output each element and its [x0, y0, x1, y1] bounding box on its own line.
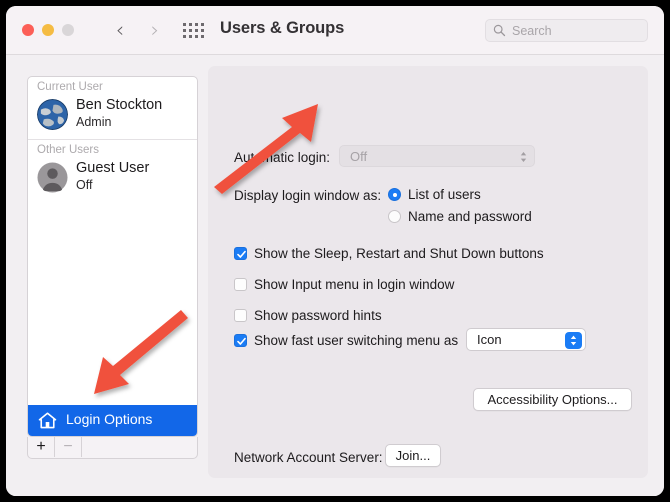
- sidebar-login-options-label: Login Options: [66, 411, 153, 427]
- automatic-login-label: Automatic login:: [234, 150, 331, 165]
- checkbox-indicator: [234, 334, 247, 347]
- user-name: Guest User: [76, 160, 150, 176]
- checkmark-icon: [237, 337, 246, 345]
- checkbox-indicator: [234, 278, 247, 291]
- page-title: Users & Groups: [220, 19, 345, 37]
- group-header-current-user: Current User: [37, 81, 103, 93]
- users-sidebar: Current User Ben Stockton Admin Other Us…: [27, 76, 198, 437]
- window-toolbar: ‹ › Users & Groups Search: [6, 6, 664, 55]
- grid-view-icon[interactable]: [183, 23, 204, 38]
- back-chevron-icon[interactable]: ‹: [108, 18, 132, 42]
- accessibility-options-button[interactable]: Accessibility Options...: [473, 388, 632, 411]
- person-silhouette-avatar: [37, 162, 68, 193]
- user-status: Off: [76, 178, 93, 192]
- radio-indicator: [388, 210, 401, 223]
- display-login-window-label: Display login window as:: [234, 188, 382, 203]
- checkmark-icon: [237, 250, 246, 258]
- radio-indicator: [388, 188, 401, 201]
- login-options-panel: Automatic login: Off Display login windo…: [208, 66, 648, 478]
- radio-label: Name and password: [408, 209, 532, 224]
- fast-user-switching-popup[interactable]: Icon: [466, 328, 586, 351]
- close-window-button[interactable]: [22, 24, 34, 36]
- checkbox-label: Show fast user switching menu as: [254, 333, 459, 348]
- group-header-other-users: Other Users: [37, 144, 99, 156]
- list-item-guest-user[interactable]: Guest User Off: [28, 158, 197, 199]
- checkbox-label: Show the Sleep, Restart and Shut Down bu…: [254, 246, 544, 261]
- checkbox-label: Show Input menu in login window: [254, 277, 455, 292]
- automatic-login-value: Off: [350, 149, 368, 164]
- automatic-login-popup[interactable]: Off: [339, 145, 535, 167]
- user-name: Ben Stockton: [76, 97, 163, 113]
- fast-user-switching-value: Icon: [477, 332, 502, 347]
- join-button[interactable]: Join...: [385, 444, 441, 467]
- add-user-button[interactable]: +: [28, 437, 55, 457]
- list-item-current-user[interactable]: Ben Stockton Admin: [28, 95, 197, 136]
- radio-label: List of users: [408, 187, 481, 202]
- checkbox-indicator: [234, 309, 247, 322]
- system-preferences-window: ‹ › Users & Groups Search Current User B…: [6, 6, 664, 496]
- checkbox-label: Show password hints: [254, 308, 382, 323]
- network-account-server-label: Network Account Server:: [234, 450, 383, 465]
- home-icon: [38, 412, 57, 429]
- search-input[interactable]: Search: [485, 19, 648, 42]
- sidebar-login-options[interactable]: Login Options: [28, 405, 197, 436]
- zoom-window-button[interactable]: [62, 24, 74, 36]
- remove-user-button: −: [55, 437, 82, 457]
- forward-chevron-icon[interactable]: ›: [143, 18, 167, 42]
- search-placeholder: Search: [512, 24, 552, 38]
- earth-globe-avatar: [37, 99, 68, 130]
- bottom-bar: Click the lock to prevent further change…: [6, 495, 664, 496]
- minimize-window-button[interactable]: [42, 24, 54, 36]
- search-icon: [493, 24, 506, 37]
- content-area: Current User Ben Stockton Admin Other Us…: [6, 55, 664, 496]
- chevron-up-down-icon: [565, 331, 582, 349]
- chevron-up-down-icon: [520, 152, 527, 162]
- sidebar-footer: + −: [27, 437, 198, 459]
- user-status: Admin: [76, 115, 112, 129]
- checkbox-indicator: [234, 247, 247, 260]
